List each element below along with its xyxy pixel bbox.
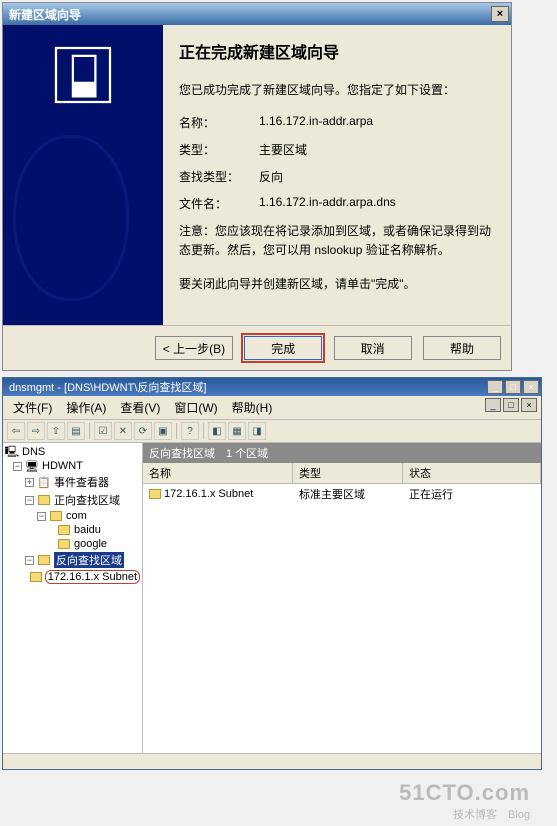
list-header-name[interactable]: 名称 — [143, 463, 293, 483]
tree-fwd[interactable]: −正向查找区域 — [5, 491, 140, 509]
help-icon[interactable]: ? — [181, 422, 199, 440]
menu-view[interactable]: 查看(V) — [114, 398, 166, 417]
tree-event[interactable]: +📋事件查看器 — [5, 473, 140, 491]
back-button[interactable]: < 上一步(B) — [155, 336, 233, 360]
row-value-name: 1.16.172.in-addr.arpa — [259, 114, 495, 131]
server-icon — [47, 39, 119, 111]
wizard-intro: 您已成功完成了新建区域向导。您指定了如下设置： — [179, 81, 495, 100]
wizard-heading: 正在完成新建区域向导 — [179, 39, 495, 63]
row-label-file: 文件名： — [179, 195, 259, 212]
wizard-side-graphic — [3, 25, 163, 325]
menu-help[interactable]: 帮助(H) — [226, 398, 279, 417]
wizard-title: 新建区域向导 — [9, 6, 81, 23]
menu-action[interactable]: 操作(A) — [60, 398, 112, 417]
wizard-note: 注意：您应该现在将记录添加到区域，或者确保记录得到动态更新。然后，您可以用 ns… — [179, 222, 495, 260]
wizard-button-bar: < 上一步(B) 完成 取消 帮助 — [3, 325, 511, 370]
menu-file[interactable]: 文件(F) — [7, 398, 58, 417]
list-header: 名称 类型 状态 — [143, 463, 541, 484]
help-button[interactable]: 帮助 — [423, 336, 501, 360]
row-value-file: 1.16.172.in-addr.arpa.dns — [259, 195, 495, 212]
menu-window[interactable]: 窗口(W) — [168, 398, 223, 417]
maximize-icon[interactable]: □ — [505, 380, 521, 394]
child-close-icon[interactable]: × — [521, 398, 537, 412]
mmc-toolbar: ⇦ ⇨ ⇧ ▤ ☑ ✕ ⟳ ▣ ? ◧ ▦ ◨ — [3, 420, 541, 443]
tree-google[interactable]: google — [5, 537, 140, 551]
close-icon[interactable]: × — [491, 6, 509, 22]
mmc-statusbar — [3, 753, 541, 769]
list-cell-type: 标准主要区域 — [299, 486, 409, 502]
list-row[interactable]: 172.16.1.x Subnet 标准主要区域 正在运行 — [143, 484, 541, 504]
wizard-content: 正在完成新建区域向导 您已成功完成了新建区域向导。您指定了如下设置： 名称：1.… — [163, 25, 511, 325]
list-header-status[interactable]: 状态 — [403, 463, 541, 483]
minimize-icon[interactable]: _ — [487, 380, 503, 394]
dns-mmc-window: dnsmgmt - [DNS\HDWNT\反向查找区域] _ □ × 文件(F)… — [2, 377, 542, 770]
finish-button[interactable]: 完成 — [244, 336, 322, 360]
extra1-icon[interactable]: ◧ — [208, 422, 226, 440]
show-tree-icon[interactable]: ▤ — [67, 422, 85, 440]
mmc-title: dnsmgmt - [DNS\HDWNT\反向查找区域] — [9, 379, 206, 395]
close-icon[interactable]: × — [523, 380, 539, 394]
extra2-icon[interactable]: ▦ — [228, 422, 246, 440]
child-restore-icon[interactable]: □ — [503, 398, 519, 412]
properties-icon[interactable]: ☑ — [94, 422, 112, 440]
mmc-menubar: 文件(F) 操作(A) 查看(V) 窗口(W) 帮助(H) _ □ × — [3, 396, 541, 420]
mmc-list: 反向查找区域 1 个区域 名称 类型 状态 172.16.1.x Subnet … — [143, 443, 541, 753]
new-zone-wizard-dialog: 新建区域向导 × 正在完成新建区域向导 您已成功完成了新建区域向导。您指定了如下… — [2, 2, 512, 371]
list-cell-name: 172.16.1.x Subnet — [149, 486, 299, 502]
delete-icon[interactable]: ✕ — [114, 422, 132, 440]
list-cell-status: 正在运行 — [409, 486, 535, 502]
list-banner: 反向查找区域 1 个区域 — [143, 443, 541, 463]
forward-icon[interactable]: ⇨ — [27, 422, 45, 440]
tree-baidu[interactable]: baidu — [5, 523, 140, 537]
row-label-lookup: 查找类型： — [179, 168, 259, 185]
row-value-type: 主要区域 — [259, 141, 495, 158]
up-icon[interactable]: ⇧ — [47, 422, 65, 440]
cancel-button[interactable]: 取消 — [334, 336, 412, 360]
tree-com[interactable]: −com — [5, 509, 140, 523]
folder-icon — [149, 489, 161, 499]
mmc-tree[interactable]: 🖳DNS −🖥HDWNT +📋事件查看器 −正向查找区域 −com baidu … — [3, 443, 143, 753]
tree-rev[interactable]: −反向查找区域 — [5, 551, 140, 569]
extra3-icon[interactable]: ◨ — [248, 422, 266, 440]
row-label-name: 名称： — [179, 114, 259, 131]
refresh-icon[interactable]: ⟳ — [134, 422, 152, 440]
back-icon[interactable]: ⇦ — [7, 422, 25, 440]
wizard-closing: 要关闭此向导并创建新区域，请单击"完成"。 — [179, 275, 495, 294]
row-label-type: 类型： — [179, 141, 259, 158]
child-minimize-icon[interactable]: _ — [485, 398, 501, 412]
mmc-titlebar[interactable]: dnsmgmt - [DNS\HDWNT\反向查找区域] _ □ × — [3, 378, 541, 396]
tree-server[interactable]: −🖥HDWNT — [5, 459, 140, 473]
wizard-titlebar[interactable]: 新建区域向导 × — [3, 3, 511, 25]
export-icon[interactable]: ▣ — [154, 422, 172, 440]
row-value-lookup: 反向 — [259, 168, 495, 185]
list-header-type[interactable]: 类型 — [293, 463, 403, 483]
tree-subnet[interactable]: 172.16.1.x Subnet — [5, 569, 140, 585]
watermark: 51CTO.com 技术博客 Blog — [0, 776, 540, 826]
tree-root[interactable]: 🖳DNS — [5, 445, 140, 459]
